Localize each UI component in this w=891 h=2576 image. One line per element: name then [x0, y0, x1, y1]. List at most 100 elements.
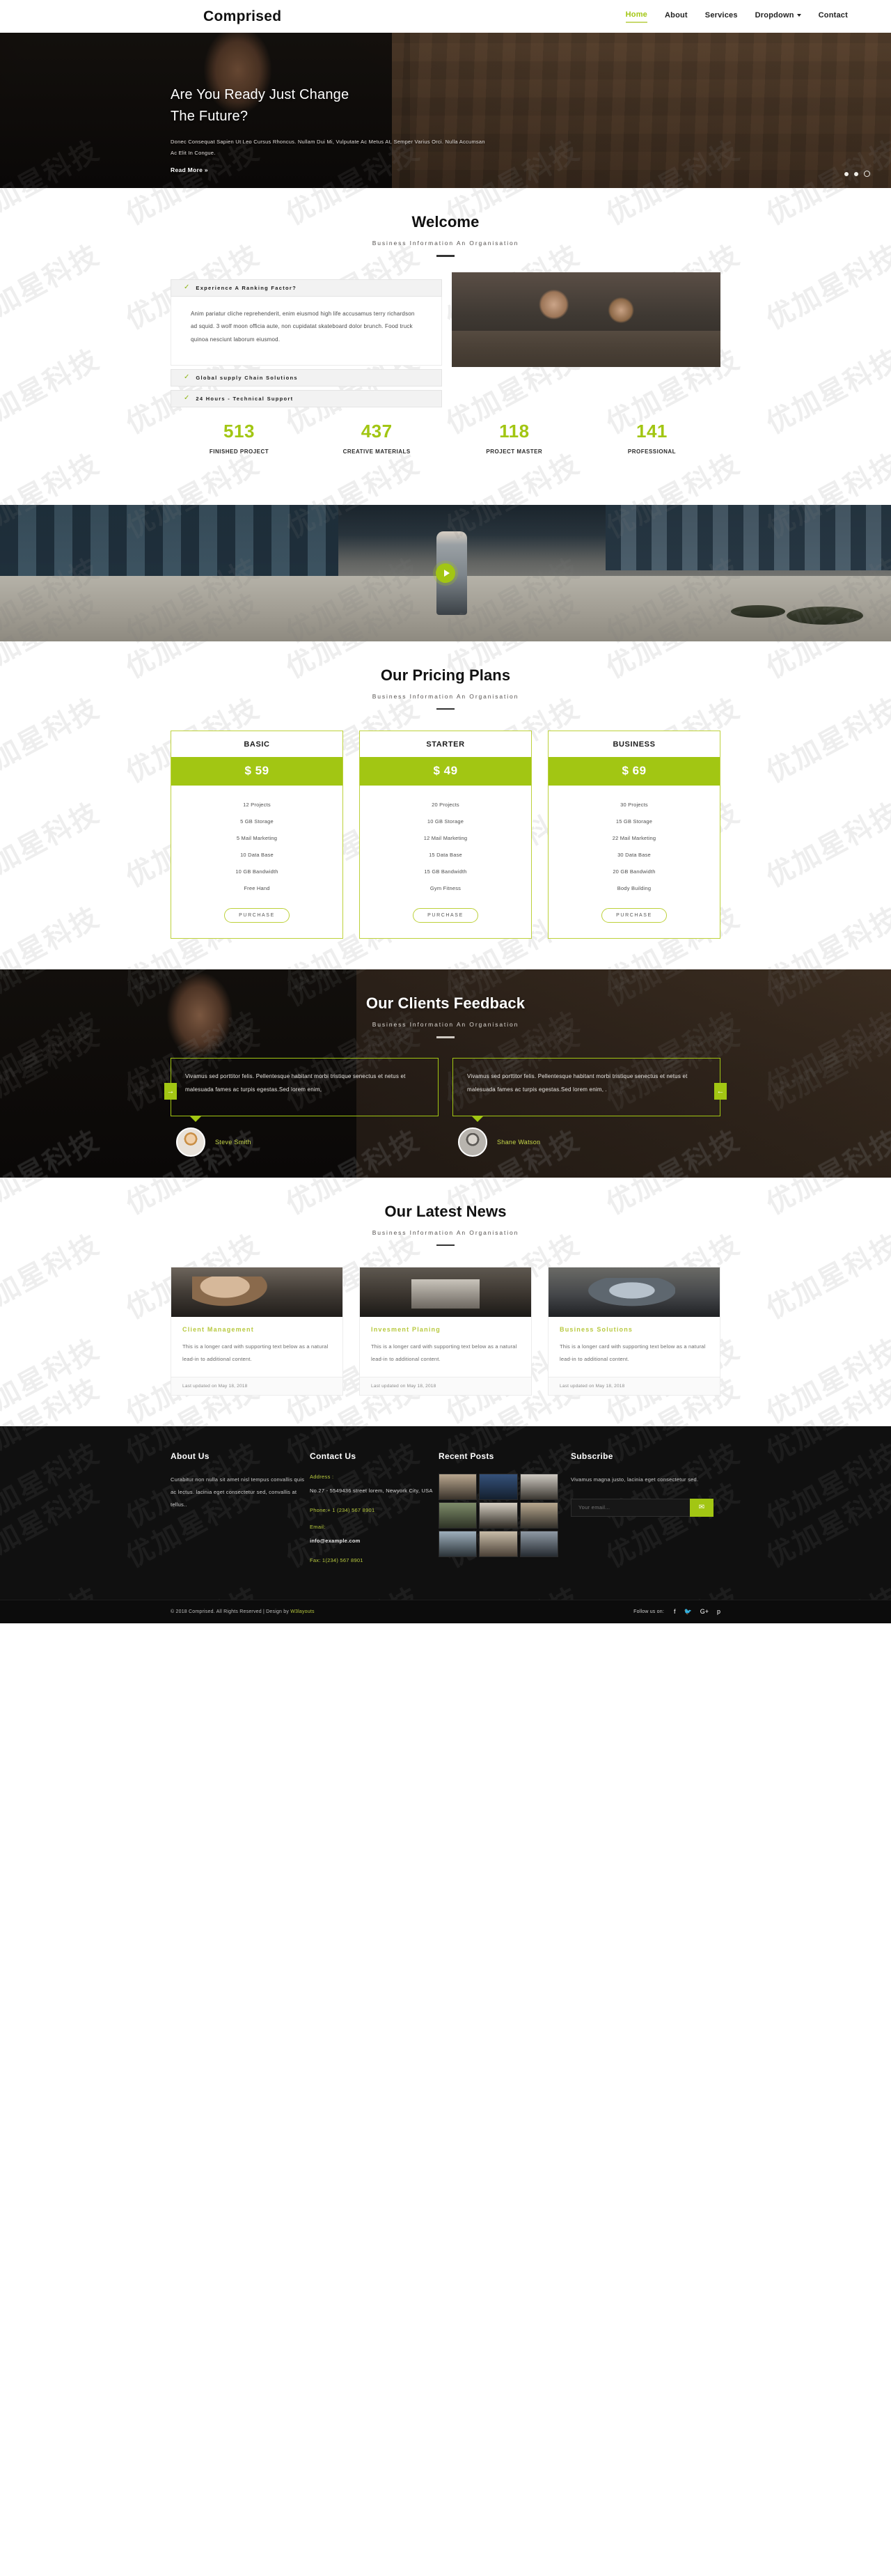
footer-about-column: About Us Curabitur non nulla sit amet ni… — [171, 1451, 310, 1575]
plan-feature: 20 GB Bandwidth — [613, 868, 656, 875]
news-card-1[interactable]: Invesment Planing This is a longer card … — [359, 1267, 532, 1396]
plan-feature: 10 GB Storage — [427, 818, 464, 825]
counter-label-0: FINISHED PROJECT — [209, 448, 269, 455]
nav-item-contact[interactable]: Contact — [819, 11, 848, 22]
subscribe-form: ✉ — [571, 1498, 713, 1517]
purchase-button-basic[interactable]: PURCHASE — [224, 908, 290, 923]
footer-about-text: Curabitur non nulla sit amet nisl tempus… — [171, 1476, 305, 1508]
testimonial-quote-box-0: Vivamus sed porttitor felis. Pellentesqu… — [171, 1057, 439, 1122]
purchase-button-business[interactable]: PURCHASE — [601, 908, 667, 923]
watermark-text: 优加星科技 — [0, 238, 104, 336]
pricing-card-starter: STARTER $ 49 20 Projects 10 GB Storage 1… — [359, 731, 532, 939]
footer-recent-posts-column: Recent Posts — [439, 1451, 571, 1575]
accordion-header-2[interactable]: ✓ 24 Hours - Technical Support — [171, 389, 442, 407]
recent-post-thumb[interactable] — [479, 1473, 518, 1500]
features-accordion: ✓ Experience A Ranking Factor? Anim pari… — [171, 279, 442, 411]
news-card-title-2[interactable]: Business Solutions — [560, 1326, 709, 1333]
plan-features-1: 20 Projects 10 GB Storage 12 Mail Market… — [360, 786, 531, 900]
recent-post-thumb[interactable] — [479, 1501, 518, 1529]
news-thumbnail-0 — [171, 1267, 342, 1318]
google-plus-icon[interactable]: G+ — [700, 1608, 709, 1615]
pricing-heading-block: Our Pricing Plans Business Information A… — [171, 641, 720, 710]
avatar — [458, 1127, 487, 1157]
pinterest-icon[interactable]: р — [717, 1608, 720, 1615]
page-root: Comprised Home About Services Dropdown C… — [0, 0, 891, 1623]
slider-dot-3-active[interactable] — [864, 171, 870, 177]
watermark-text: 优加星科技 — [761, 238, 891, 336]
accordion-header-1[interactable]: ✓ Global supply Chain Solutions — [171, 368, 442, 387]
play-button[interactable] — [436, 563, 455, 583]
news-card-title-1[interactable]: Invesment Planing — [371, 1326, 520, 1333]
nav-item-about[interactable]: About — [665, 11, 688, 22]
recent-post-thumb[interactable] — [479, 1530, 518, 1557]
facebook-icon[interactable]: f — [674, 1608, 676, 1615]
watermark-text: 优加星科技 — [0, 1476, 104, 1574]
footer-address-label: Address : — [310, 1473, 334, 1480]
footer-subscribe-title: Subscribe — [571, 1451, 613, 1461]
recent-post-thumb[interactable] — [439, 1530, 478, 1557]
footer-email-value[interactable]: info@example.com — [310, 1536, 439, 1547]
accordion-header-0[interactable]: ✓ Experience A Ranking Factor? — [171, 279, 442, 297]
recent-post-thumb[interactable] — [439, 1473, 478, 1500]
testimonials-section: 优加星科技 优加星科技 优加星科技 优加星科技 优加星科技 优加星科技 优加星科技 优加星科技… — [0, 969, 891, 1178]
carousel-prev-arrow[interactable]: → — [164, 1082, 177, 1100]
hero-paragraph: Donec Consequat Sapien Ut Leo Cursus Rho… — [171, 139, 485, 156]
recent-posts-thumbnails — [439, 1473, 558, 1557]
carousel-next-arrow[interactable]: ← — [714, 1082, 727, 1100]
designer-link[interactable]: W3layouts — [290, 1609, 314, 1614]
welcome-subtitle: Business Information An Organisation — [372, 240, 519, 247]
slider-dot-2[interactable] — [854, 171, 858, 176]
testimonial-text-0: Vivamus sed porttitor felis. Pellentesqu… — [185, 1072, 406, 1093]
counter-item: 118 PROJECT MASTER — [446, 421, 583, 455]
title-divider — [436, 708, 455, 710]
footer-phone[interactable]: Phone:+ 1 (234) 567 8901 — [310, 1505, 439, 1516]
testimonial-cards: → Vivamus sed porttitor felis. Pellentes… — [164, 1057, 727, 1157]
title-divider — [436, 1036, 455, 1038]
nav-item-services[interactable]: Services — [705, 11, 738, 22]
nav-item-home[interactable]: Home — [625, 10, 648, 23]
recent-post-thumb[interactable] — [519, 1501, 558, 1529]
recent-post-thumb[interactable] — [439, 1501, 478, 1529]
watermark-text: 优加星科技 — [761, 1332, 891, 1430]
check-icon: ✓ — [184, 283, 190, 291]
twitter-icon[interactable]: 🐦 — [684, 1608, 692, 1615]
counter-label-3: PROFESSIONAL — [627, 448, 677, 455]
plan-feature: Body Building — [617, 884, 652, 891]
counter-item: 141 PROFESSIONAL — [583, 421, 720, 455]
news-card-0[interactable]: Client Management This is a longer card … — [171, 1267, 343, 1396]
plan-feature: 10 Data Base — [240, 851, 274, 858]
copyright-text: © 2018 Comprised. All Rights Reserved | … — [171, 1609, 315, 1614]
hero-banner: Are You Ready Just Change The Future? Do… — [0, 33, 891, 188]
welcome-image — [452, 272, 720, 367]
recent-post-thumb[interactable] — [519, 1473, 558, 1500]
pricing-title: Our Pricing Plans — [380, 666, 511, 684]
plan-feature: 5 Mail Marketing — [236, 834, 278, 841]
counter-label-1: CREATIVE MATERIALS — [342, 448, 411, 455]
recent-post-thumb[interactable] — [519, 1530, 558, 1557]
plan-cta-wrap-1: PURCHASE — [360, 900, 531, 938]
news-card-title-0[interactable]: Client Management — [182, 1326, 331, 1333]
slider-dot-1[interactable] — [844, 171, 849, 176]
follow-label: Follow us on: — [633, 1609, 664, 1614]
plan-feature: Gym Fitness — [429, 884, 462, 891]
testimonial-card-1: ← Vivamus sed porttitor felis. Pellentes… — [452, 1057, 727, 1157]
nav-item-dropdown[interactable]: Dropdown — [755, 11, 801, 22]
purchase-button-starter[interactable]: PURCHASE — [413, 908, 478, 923]
subscribe-submit-button[interactable]: ✉ — [690, 1498, 713, 1517]
hero-read-more-button[interactable]: Read More » — [171, 166, 208, 173]
hero-title-line2: The Future? — [171, 109, 249, 124]
testimonial-quote-box-1: Vivamus sed porttitor felis. Pellentesqu… — [452, 1057, 720, 1122]
counter-value-0: 513 — [223, 420, 255, 442]
news-card-meta-0: Last updated on May 18, 2018 — [171, 1376, 342, 1395]
testimonial-text-1: Vivamus sed porttitor felis. Pellentesqu… — [467, 1072, 688, 1093]
watermark-text: 优加星科技 — [761, 1476, 891, 1574]
plan-price-1: $ 49 — [360, 757, 531, 786]
plan-feature: 10 GB Bandwidth — [235, 868, 278, 875]
brand-logo[interactable]: Comprised — [203, 8, 281, 25]
news-card-2[interactable]: Business Solutions This is a longer card… — [548, 1267, 720, 1396]
welcome-heading-block: Welcome Business Information An Organisa… — [171, 188, 720, 257]
testimonials-heading-block: Our Clients Feedback Business Informatio… — [171, 969, 720, 1038]
news-cards: Client Management This is a longer card … — [171, 1267, 720, 1396]
subscribe-email-input[interactable] — [571, 1498, 690, 1517]
footer-subscribe-column: Subscribe Vivamus magna justo, lacinia e… — [571, 1451, 720, 1575]
